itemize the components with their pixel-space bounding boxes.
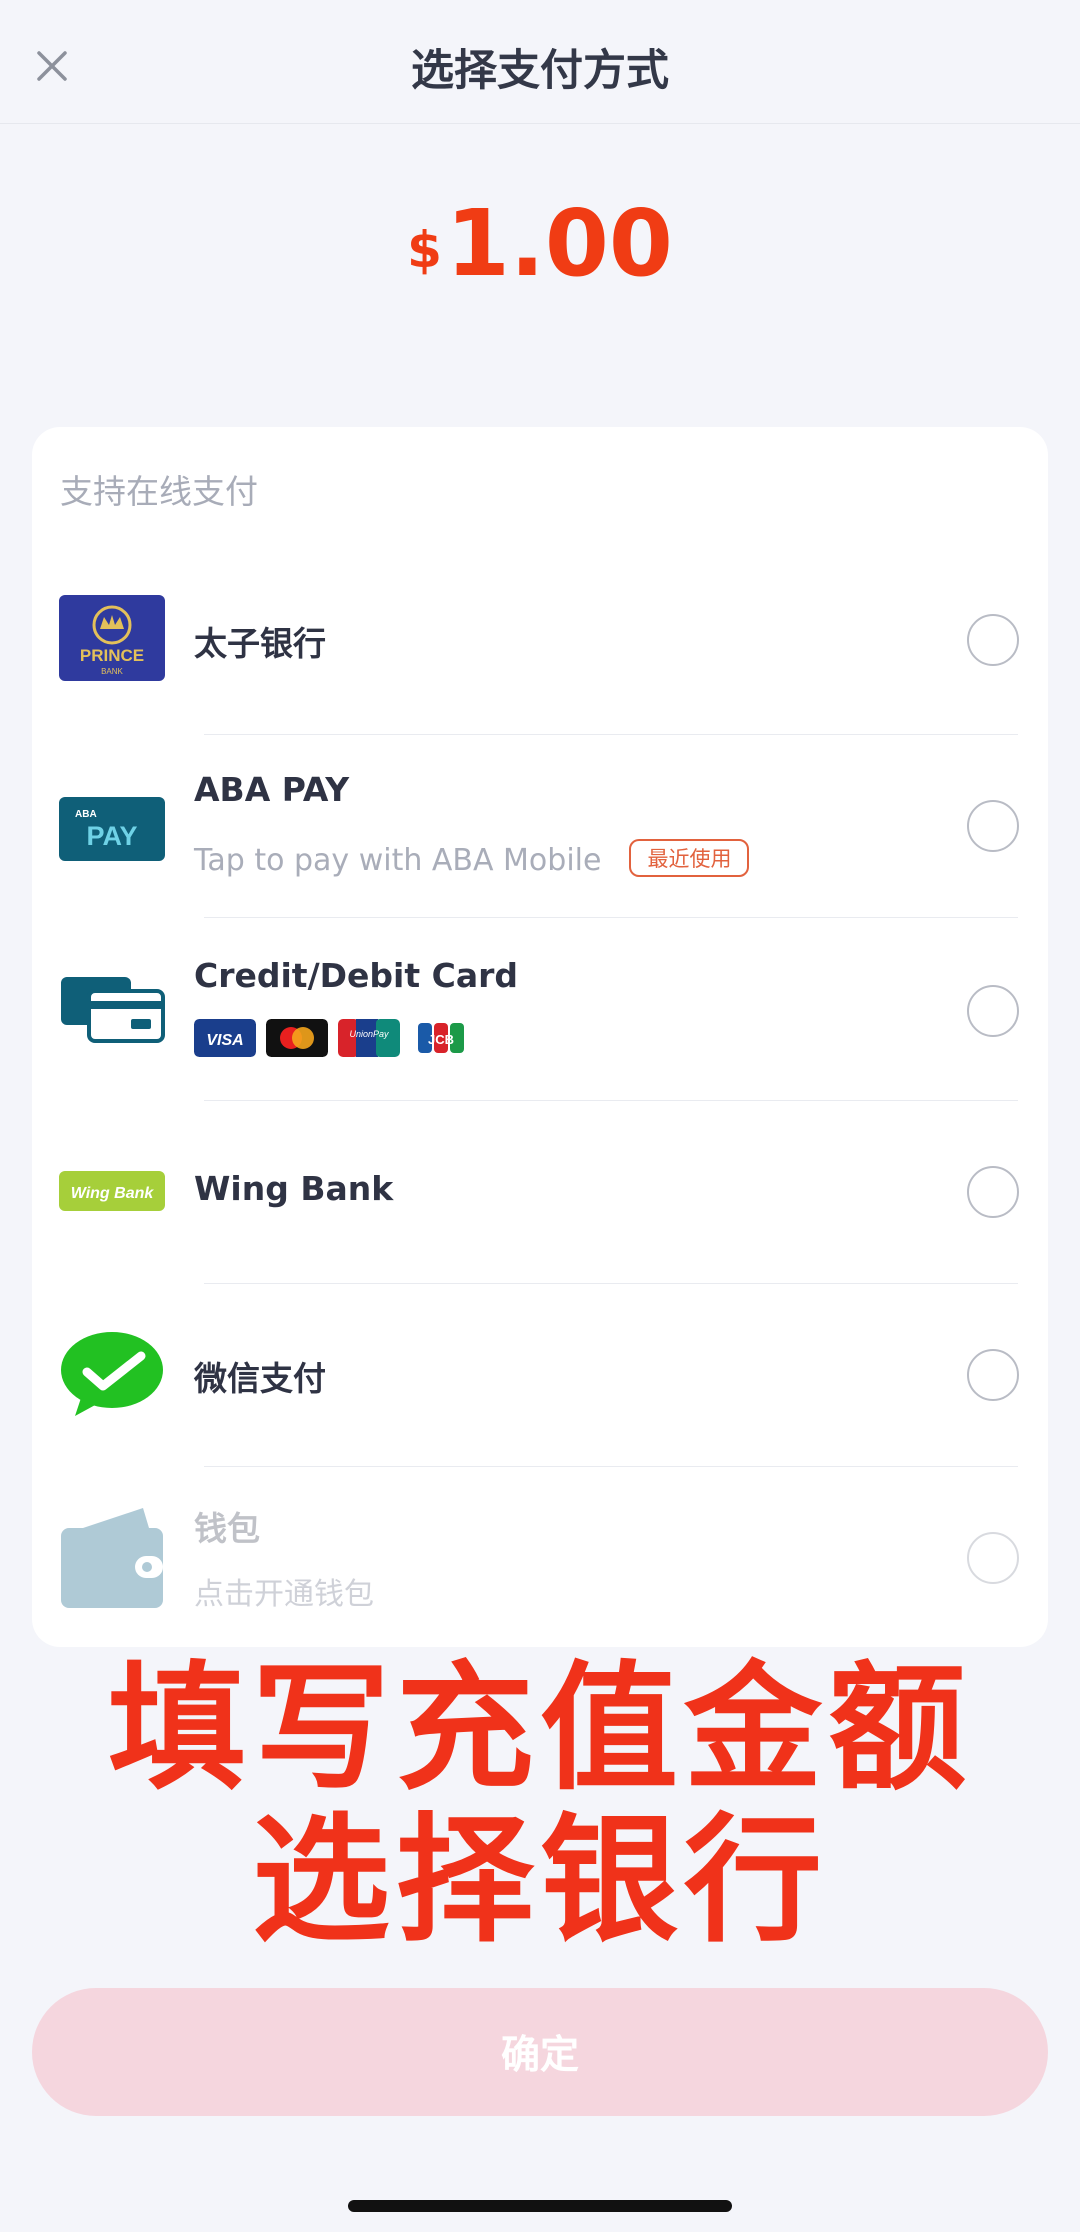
payment-option-name: Credit/Debit Card	[194, 956, 518, 995]
payment-option-name: Wing Bank	[194, 1169, 394, 1208]
aba-logo-subtext: ABA	[75, 809, 97, 820]
payment-option-name: 钱包	[194, 1509, 260, 1548]
unionpay-logo: UnionPay	[338, 1019, 400, 1057]
payment-option-wechat-pay[interactable]: 微信支付	[32, 1284, 1048, 1467]
radio-wechat-pay[interactable]	[967, 1349, 1019, 1401]
aba-pay-logo: ABA PAY	[59, 797, 165, 861]
amount-value: 1.00	[445, 190, 673, 297]
overlay-instruction-line-2: 选择银行	[251, 1800, 828, 1961]
header: 选择支付方式	[0, 0, 1080, 124]
overlay-instruction-line-1: 填写充值金额	[107, 1648, 972, 1809]
payment-option-name: 微信支付	[194, 1359, 326, 1398]
prince-bank-logo: PRINCE BANK	[59, 595, 165, 681]
aba-subtitle-text: Tap to pay with ABA Mobile	[194, 843, 602, 878]
payment-option-wing-bank[interactable]: Wing Bank Wing Bank	[32, 1101, 1048, 1284]
payment-option-subtitle: 点击开通钱包	[194, 1577, 374, 1612]
payment-option-name: ABA PAY	[194, 770, 350, 809]
jcb-logo: JCB	[410, 1019, 472, 1057]
wechat-pay-icon	[59, 1328, 165, 1420]
radio-wallet[interactable]	[967, 1532, 1019, 1584]
prince-logo-text: PRINCE	[80, 646, 144, 665]
radio-prince-bank[interactable]	[967, 614, 1019, 666]
payment-option-subtitle: Tap to pay with ABA Mobile 最近使用	[194, 839, 750, 878]
payment-methods-card: 支持在线支付 PRINCE BANK 太子银行 ABA PAY ABA PAY …	[32, 427, 1048, 1647]
confirm-button[interactable]: 确定	[32, 1988, 1048, 2116]
radio-wing-bank[interactable]	[967, 1166, 1019, 1218]
payment-option-card[interactable]: Credit/Debit Card	[32, 918, 1048, 1101]
aba-logo-text: PAY	[86, 821, 137, 851]
payment-option-aba-pay[interactable]: ABA PAY ABA PAY Tap to pay with ABA Mobi…	[32, 735, 1048, 918]
svg-text:VISA: VISA	[206, 1032, 243, 1049]
card-brands: VISA UnionPay JCB	[194, 1019, 472, 1057]
currency-symbol: $	[407, 221, 442, 279]
prince-logo-subtext: BANK	[101, 667, 123, 676]
home-indicator	[348, 2200, 732, 2212]
radio-card[interactable]	[967, 985, 1019, 1037]
page-title: 选择支付方式	[411, 46, 669, 96]
amount-display: $1.00	[0, 190, 1080, 297]
radio-aba-pay[interactable]	[967, 800, 1019, 852]
svg-text:JCB: JCB	[428, 1032, 454, 1047]
wallet-icon	[59, 1502, 165, 1612]
svg-text:UnionPay: UnionPay	[349, 1029, 389, 1039]
payment-option-prince-bank[interactable]: PRINCE BANK 太子银行	[32, 552, 1048, 735]
payment-option-name: 太子银行	[194, 624, 326, 663]
payment-option-wallet[interactable]: 钱包 点击开通钱包	[32, 1467, 1048, 1650]
mastercard-logo	[266, 1019, 328, 1057]
wing-logo-text: Wing Bank	[71, 1185, 155, 1202]
visa-logo: VISA	[194, 1019, 256, 1057]
wing-bank-logo: Wing Bank	[59, 1171, 165, 1211]
credit-card-icon	[59, 973, 165, 1045]
recently-used-badge: 最近使用	[629, 839, 750, 877]
section-label: 支持在线支付	[60, 472, 258, 511]
payment-method-screen: 选择支付方式 $1.00 支持在线支付 PRINCE BANK 太子银行 ABA…	[0, 0, 1080, 2232]
